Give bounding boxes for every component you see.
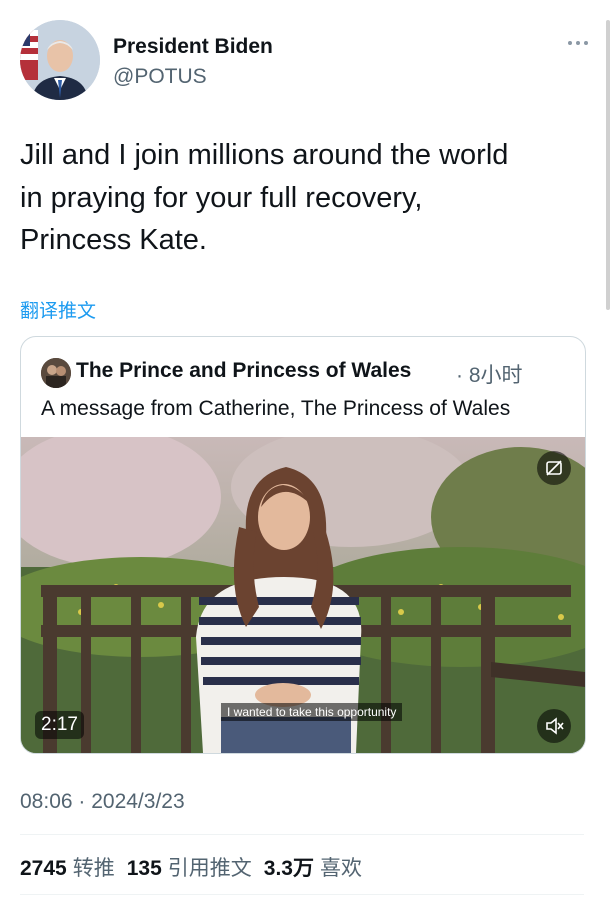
quote-count[interactable]: 135 [127, 857, 162, 880]
retweet-label[interactable]: 转推 [73, 857, 115, 880]
tweet-text: Jill and I join millions around the worl… [20, 139, 509, 256]
quote-avatar[interactable] [41, 358, 71, 388]
video-player[interactable]: I wanted to take this opportunity 2:17 [21, 437, 585, 753]
more-icon[interactable] [566, 36, 590, 50]
quote-header: The Prince and Princess of Wales · 8小时 [41, 357, 571, 388]
tweet-timestamp[interactable]: 08:06 · 2024/3/23 [20, 790, 185, 814]
divider [20, 834, 584, 835]
video-caption: I wanted to take this opportunity [221, 703, 403, 721]
like-count[interactable]: 3.3万 [264, 857, 314, 880]
divider [20, 894, 584, 895]
gif-button[interactable] [537, 451, 571, 485]
mute-icon [546, 717, 564, 735]
author-name[interactable]: President Biden [113, 35, 273, 59]
retweet-count[interactable]: 2745 [20, 857, 67, 880]
scrollbar[interactable] [606, 20, 610, 310]
gif-icon [546, 460, 562, 476]
translate-link[interactable]: 翻译推文 [20, 296, 96, 323]
quote-time: · 8小时 [456, 364, 523, 387]
quote-tweet-card[interactable]: The Prince and Princess of Wales · 8小时 A… [20, 336, 586, 754]
mute-button[interactable] [537, 709, 571, 743]
tweet-header: President Biden @POTUS [20, 20, 590, 102]
avatar[interactable] [20, 20, 100, 100]
like-label[interactable]: 喜欢 [320, 857, 362, 880]
quote-label[interactable]: 引用推文 [168, 857, 252, 880]
engagement-stats: 2745 转推 135 引用推文 3.3万 喜欢 [20, 852, 374, 882]
author-handle[interactable]: @POTUS [113, 65, 207, 89]
quote-text: A message from Catherine, The Princess o… [41, 397, 511, 420]
video-duration: 2:17 [35, 711, 84, 739]
quote-author-name[interactable]: The Prince and Princess of Wales [76, 359, 411, 383]
